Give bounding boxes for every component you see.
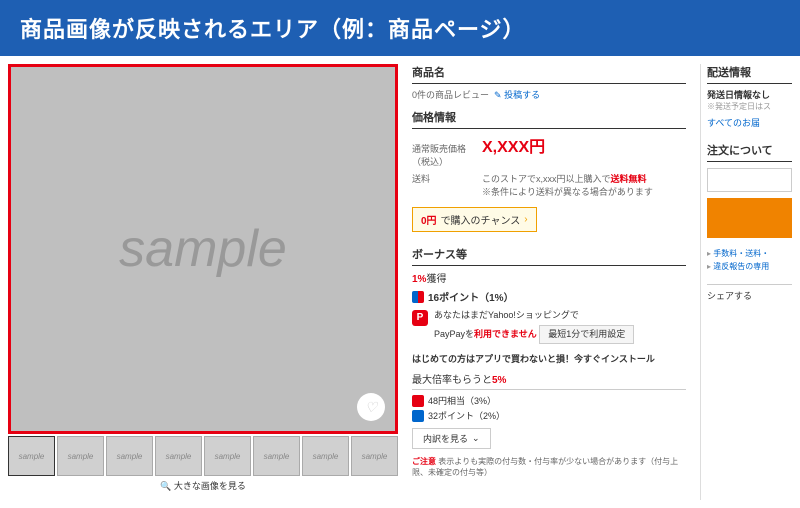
price-section-title: 価格情報 (412, 109, 686, 129)
review-row: 0件の商品レビュー ✎ 投稿する (412, 88, 686, 101)
content-area: sample ♡ sample sample sample sample sam… (0, 56, 800, 508)
paypay-setup-button[interactable]: 最短1分で利用設定 (539, 325, 634, 345)
thumbnail[interactable]: sample (155, 436, 202, 476)
delivery-all-link[interactable]: すべてのお届 (707, 116, 792, 129)
tpoint-icon (412, 291, 424, 303)
rate-item: 48円相当（3%） (412, 394, 686, 407)
paypay-small-icon (412, 395, 424, 407)
delivery-sub: 発送日情報なし (707, 88, 792, 101)
product-name-label: 商品名 (412, 64, 686, 84)
rate-item: 32ポイント（2%） (412, 409, 686, 422)
product-info-column: 商品名 0件の商品レビュー ✎ 投稿する 価格情報 通常販売価格 （税込） X,… (406, 64, 692, 500)
thumbnail[interactable]: sample (204, 436, 251, 476)
review-count: 0件の商品レビュー (412, 90, 489, 100)
chevron-down-icon: ⌄ (472, 433, 480, 444)
thumbnail[interactable]: sample (8, 436, 55, 476)
free-shipping-badge: 送料無料 (611, 174, 647, 184)
paypay-notice: P あなたはまだYahoo!ショッピングで PayPayを利用できません 最短1… (412, 310, 686, 344)
shipping-label: 送料 (412, 172, 472, 198)
thumbnail[interactable]: sample (351, 436, 398, 476)
price-value: X,XXX円 (482, 133, 545, 157)
zero-yen-chance-button[interactable]: 0円で購入のチャンス› (412, 207, 537, 232)
max-rate-row: 最大倍率もらうと5% (412, 371, 686, 390)
post-review-link[interactable]: ✎ 投稿する (494, 90, 540, 100)
watermark-text: sample (119, 219, 287, 279)
price-row: 通常販売価格 （税込） X,XXX円 (412, 133, 686, 168)
fee-link[interactable]: 手数料・送料・ (707, 248, 792, 261)
chevron-right-icon: › (524, 214, 527, 225)
app-install-text: はじめての方はアプリで買わないと損！今すぐインストール (412, 352, 686, 365)
share-label: シェアする (707, 284, 792, 302)
tpoint-small-icon (412, 410, 424, 422)
main-product-image[interactable]: sample ♡ (8, 64, 398, 434)
order-section-title: 注文について (707, 139, 792, 162)
price-label: 通常販売価格 （税込） (412, 142, 472, 168)
breakdown-button[interactable]: 内訳を見る⌄ (412, 428, 491, 449)
thumbnail[interactable]: sample (106, 436, 153, 476)
report-link[interactable]: 違反報告の専用 (707, 261, 792, 274)
shipping-text: このストアでx,xxx円以上購入で送料無料 ※条件により送料が異なる場合がありま… (482, 172, 686, 198)
points-row: 16ポイント（1%） (412, 289, 686, 304)
quantity-input[interactable] (707, 168, 792, 192)
sidebar-column: 配送情報 発送日情報なし ※発送予定日はス すべてのお届 注文について 手数料・… (700, 64, 792, 500)
delivery-section-title: 配送情報 (707, 64, 792, 84)
shipping-row: 送料 このストアでx,xxx円以上購入で送料無料 ※条件により送料が異なる場合が… (412, 172, 686, 198)
thumbnail-row: sample sample sample sample sample sampl… (8, 436, 398, 476)
bonus-section-title: ボーナス等 (412, 246, 686, 266)
page-header: 商品画像が反映されるエリア（例：商品ページ） (0, 0, 800, 56)
points-value: 16ポイント（1%） (428, 289, 514, 304)
add-to-cart-button[interactable] (707, 198, 792, 238)
thumbnail[interactable]: sample (57, 436, 104, 476)
image-column: sample ♡ sample sample sample sample sam… (8, 64, 398, 500)
thumbnail[interactable]: sample (302, 436, 349, 476)
bonus-percent: 1%獲得 (412, 270, 686, 285)
view-large-link[interactable]: 🔍 大きな画像を見る (8, 479, 398, 492)
favorite-icon[interactable]: ♡ (357, 393, 385, 421)
thumbnail[interactable]: sample (253, 436, 300, 476)
delivery-note: ※発送予定日はス (707, 101, 792, 112)
info-links: 手数料・送料・ 違反報告の専用 (707, 248, 792, 274)
paypay-icon: P (412, 310, 428, 326)
caution-text: ご注意 表示よりも実際の付与数・付与率が少ない場合があります（付与上限、未確定の… (412, 457, 686, 478)
